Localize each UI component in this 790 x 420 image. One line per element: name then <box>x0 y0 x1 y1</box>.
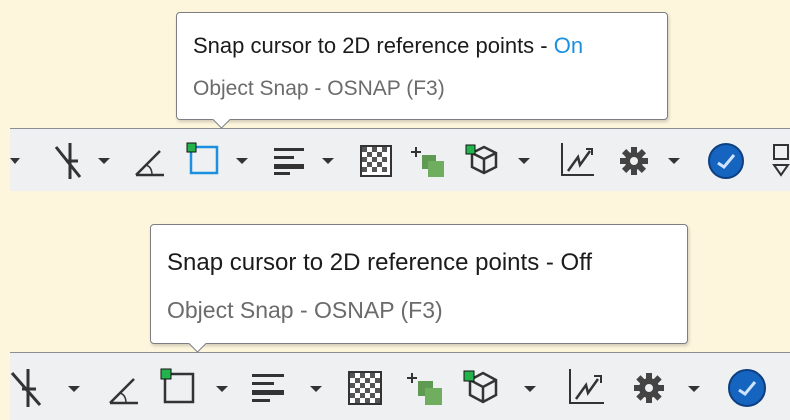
transparency-icon[interactable] <box>348 371 382 405</box>
hardware-acceleration-icon[interactable] <box>726 367 768 409</box>
chevron-down-icon[interactable] <box>98 157 110 165</box>
chevron-down-icon[interactable] <box>524 385 536 393</box>
osnap-off-panel: Snap cursor to 2D reference points - Off… <box>0 212 790 420</box>
3d-object-snap-icon[interactable] <box>464 141 502 179</box>
osnap-tooltip: Snap cursor to 2D reference points - Off… <box>150 224 688 353</box>
tooltip-arrow <box>188 334 207 353</box>
transparency-icon[interactable] <box>360 145 392 177</box>
tooltip-subtitle: Object Snap - OSNAP (F3) <box>193 77 445 100</box>
selection-cycling-icon[interactable] <box>410 143 448 181</box>
chevron-down-icon[interactable] <box>68 385 80 393</box>
tooltip-state: On <box>553 33 584 58</box>
lineweight-icon[interactable] <box>250 371 288 405</box>
object-snap-icon[interactable] <box>186 141 222 179</box>
tooltip-arrow <box>212 110 231 129</box>
status-bar-toolbar <box>10 128 790 191</box>
object-snap-icon[interactable] <box>160 367 198 407</box>
lineweight-icon[interactable] <box>272 145 308 177</box>
chevron-down-icon[interactable] <box>10 157 20 165</box>
dynamic-ucs-icon[interactable] <box>556 141 596 181</box>
osnap-tooltip: Snap cursor to 2D reference points - On … <box>176 12 668 129</box>
tooltip-subtitle: Object Snap - OSNAP (F3) <box>167 297 443 323</box>
customization-gear-icon[interactable] <box>618 145 650 177</box>
dynamic-ucs-icon[interactable] <box>564 367 606 409</box>
chevron-down-icon[interactable] <box>322 157 334 165</box>
3d-object-snap-icon[interactable] <box>462 367 502 407</box>
chevron-down-icon[interactable] <box>518 157 530 165</box>
polar-tracking-icon[interactable] <box>48 141 88 181</box>
hardware-acceleration-icon[interactable] <box>706 141 746 181</box>
status-bar-toolbar <box>10 352 790 420</box>
selection-cycling-icon[interactable] <box>406 369 446 409</box>
polar-tracking-icon[interactable] <box>10 367 50 409</box>
separator <box>0 198 790 212</box>
tooltip-state: Off <box>560 249 593 276</box>
annotation-monitor-icon[interactable] <box>770 143 790 179</box>
tooltip-title: Snap cursor to 2D reference points - Off <box>167 249 593 276</box>
isometric-drafting-icon[interactable] <box>132 145 168 179</box>
isometric-drafting-icon[interactable] <box>106 371 142 407</box>
chevron-down-icon[interactable] <box>236 157 248 165</box>
chevron-down-icon[interactable] <box>216 385 228 393</box>
chevron-down-icon[interactable] <box>688 385 700 393</box>
osnap-on-panel: Snap cursor to 2D reference points - On … <box>0 0 790 198</box>
tooltip-title: Snap cursor to 2D reference points - On <box>193 33 584 58</box>
chevron-down-icon[interactable] <box>310 385 322 393</box>
chevron-down-icon[interactable] <box>668 157 680 165</box>
customization-gear-icon[interactable] <box>632 371 666 405</box>
